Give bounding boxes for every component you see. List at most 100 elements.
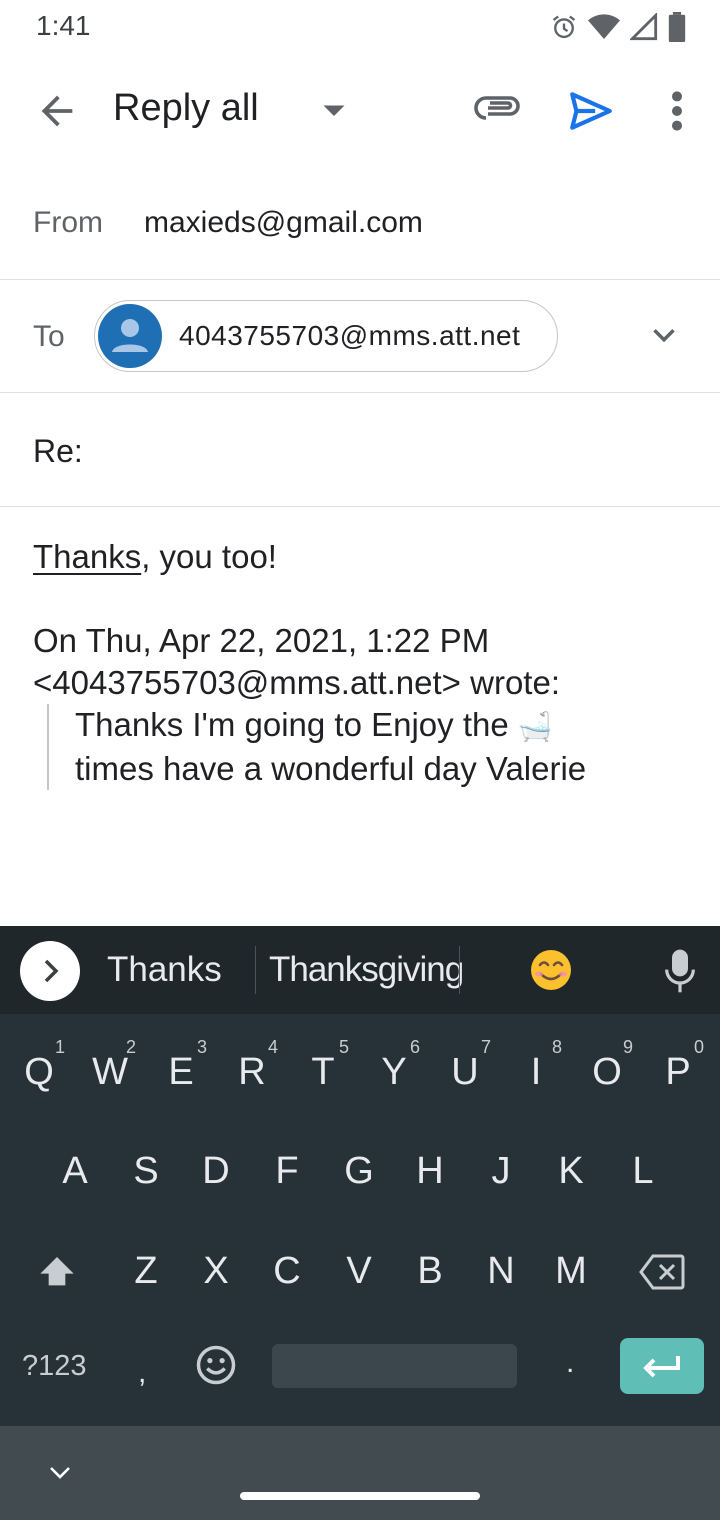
symbols-key[interactable]: ?123 xyxy=(22,1350,87,1383)
key-z[interactable]: Z xyxy=(116,1250,176,1293)
navigation-bar xyxy=(0,1426,720,1520)
key-hint: 7 xyxy=(480,1037,491,1057)
person-icon xyxy=(112,319,148,352)
space-bar[interactable] xyxy=(272,1344,517,1388)
alarm-icon xyxy=(552,15,576,39)
reply-text: Thanks, you too! xyxy=(33,536,693,578)
reply-mode-dropdown[interactable] xyxy=(316,92,352,128)
key-a[interactable]: A xyxy=(45,1150,105,1193)
comma-key[interactable]: , xyxy=(138,1356,146,1390)
emoji-icon xyxy=(196,1345,236,1385)
keyboard: Thanks Thanksgiving Q1 W2 E3 R4 T5 Y 6 U… xyxy=(0,926,720,1426)
more-vert-icon xyxy=(672,91,682,131)
key-y[interactable]: Y6 xyxy=(364,1037,424,1094)
key-x[interactable]: X xyxy=(186,1250,246,1293)
hide-keyboard-button[interactable] xyxy=(48,1462,72,1482)
smiling-face-icon xyxy=(531,950,571,990)
key-u[interactable]: U7 xyxy=(435,1037,495,1094)
key-hint: 2 xyxy=(125,1037,136,1057)
home-gesture-bar[interactable] xyxy=(240,1492,480,1500)
key-b[interactable]: B xyxy=(400,1250,460,1293)
key-m[interactable]: M xyxy=(541,1250,601,1293)
key-label: O xyxy=(592,1051,622,1093)
subject-row[interactable]: Re: xyxy=(0,393,720,507)
bathtub-emoji: 🛁 xyxy=(517,711,553,742)
expand-recipients-button[interactable] xyxy=(645,316,683,354)
key-hint: 5 xyxy=(338,1037,349,1057)
chevron-down-icon xyxy=(653,329,675,343)
key-i[interactable]: I8 xyxy=(506,1037,566,1094)
key-g[interactable]: G xyxy=(329,1150,389,1193)
attach-button[interactable] xyxy=(472,88,520,132)
key-hint: 9 xyxy=(622,1037,633,1057)
key-d[interactable]: D xyxy=(186,1150,246,1193)
subject-field[interactable]: Re: xyxy=(33,433,83,470)
backspace-icon xyxy=(639,1254,685,1290)
key-label: E xyxy=(168,1051,194,1093)
key-j[interactable]: J xyxy=(471,1150,531,1193)
keyboard-menu-button[interactable] xyxy=(20,941,80,1001)
status-time: 1:41 xyxy=(36,10,91,41)
key-label: U xyxy=(451,1051,479,1093)
more-options-button[interactable] xyxy=(662,86,692,136)
key-label: T xyxy=(311,1051,335,1093)
key-label: I xyxy=(530,1051,542,1093)
send-button[interactable] xyxy=(566,86,616,136)
emoji-key[interactable] xyxy=(195,1344,237,1386)
signal-icon xyxy=(630,13,658,41)
caret-down-icon xyxy=(323,105,345,116)
chevron-right-icon xyxy=(44,959,59,983)
key-l[interactable]: L xyxy=(613,1150,673,1193)
shift-key[interactable] xyxy=(37,1252,77,1292)
key-r[interactable]: R4 xyxy=(222,1037,282,1094)
suggestion-1[interactable]: Thanks xyxy=(107,950,222,990)
key-hint: 0 xyxy=(693,1037,704,1057)
send-icon xyxy=(570,92,612,130)
emoji-suggestion[interactable] xyxy=(529,948,573,992)
status-bar: 1:41 xyxy=(0,0,720,54)
key-hint: 8 xyxy=(551,1037,562,1057)
key-e[interactable]: E3 xyxy=(151,1037,211,1094)
key-p[interactable]: P0 xyxy=(648,1037,708,1094)
wifi-icon xyxy=(588,14,620,40)
key-label: W xyxy=(92,1051,128,1093)
suggestion-divider xyxy=(459,946,460,994)
from-row[interactable]: From maxieds@gmail.com xyxy=(0,168,720,280)
message-body[interactable]: Thanks, you too! On Thu, Apr 22, 2021, 1… xyxy=(33,536,693,790)
chevron-down-icon xyxy=(50,1467,70,1479)
key-k[interactable]: K xyxy=(541,1150,601,1193)
backspace-key[interactable] xyxy=(639,1254,685,1290)
period-key[interactable]: . xyxy=(566,1346,574,1380)
quote-line1-text: Thanks I'm going to Enjoy the xyxy=(75,706,509,743)
key-t[interactable]: T5 xyxy=(293,1037,353,1094)
enter-key[interactable] xyxy=(620,1338,704,1394)
suggestion-divider xyxy=(255,946,256,994)
key-h[interactable]: H xyxy=(400,1150,460,1193)
quote-header-line2: <4043755703@mms.att.net> wrote: xyxy=(33,664,560,701)
key-n[interactable]: N xyxy=(471,1250,531,1293)
back-button[interactable] xyxy=(34,88,80,134)
to-row[interactable]: To 4043755703@mms.att.net xyxy=(0,280,720,393)
from-label: From xyxy=(33,206,103,239)
key-w[interactable]: W2 xyxy=(80,1037,140,1094)
key-hint: 3 xyxy=(196,1037,207,1057)
page-title: Reply all xyxy=(113,87,259,129)
recipient-chip-text: 4043755703@mms.att.net xyxy=(179,320,521,351)
key-v[interactable]: V xyxy=(329,1250,389,1293)
avatar xyxy=(98,304,162,368)
key-label: Q xyxy=(24,1051,54,1093)
key-f[interactable]: F xyxy=(257,1150,317,1193)
quoted-message: Thanks I'm going to Enjoy the 🛁 times ha… xyxy=(47,704,693,790)
recipient-chip[interactable]: 4043755703@mms.att.net xyxy=(94,300,558,372)
suggestion-2[interactable]: Thanksgiving xyxy=(269,950,464,990)
mic-icon xyxy=(665,949,695,993)
voice-input-button[interactable] xyxy=(664,948,696,994)
key-label: R xyxy=(238,1051,266,1093)
key-c[interactable]: C xyxy=(257,1250,317,1293)
from-value[interactable]: maxieds@gmail.com xyxy=(144,206,423,240)
key-o[interactable]: O9 xyxy=(577,1037,637,1094)
quote-header: On Thu, Apr 22, 2021, 1:22 PM <404375570… xyxy=(33,620,693,704)
key-q[interactable]: Q1 xyxy=(9,1037,69,1094)
key-s[interactable]: S xyxy=(116,1150,176,1193)
quote-line1: Thanks I'm going to Enjoy the 🛁 xyxy=(75,704,693,748)
